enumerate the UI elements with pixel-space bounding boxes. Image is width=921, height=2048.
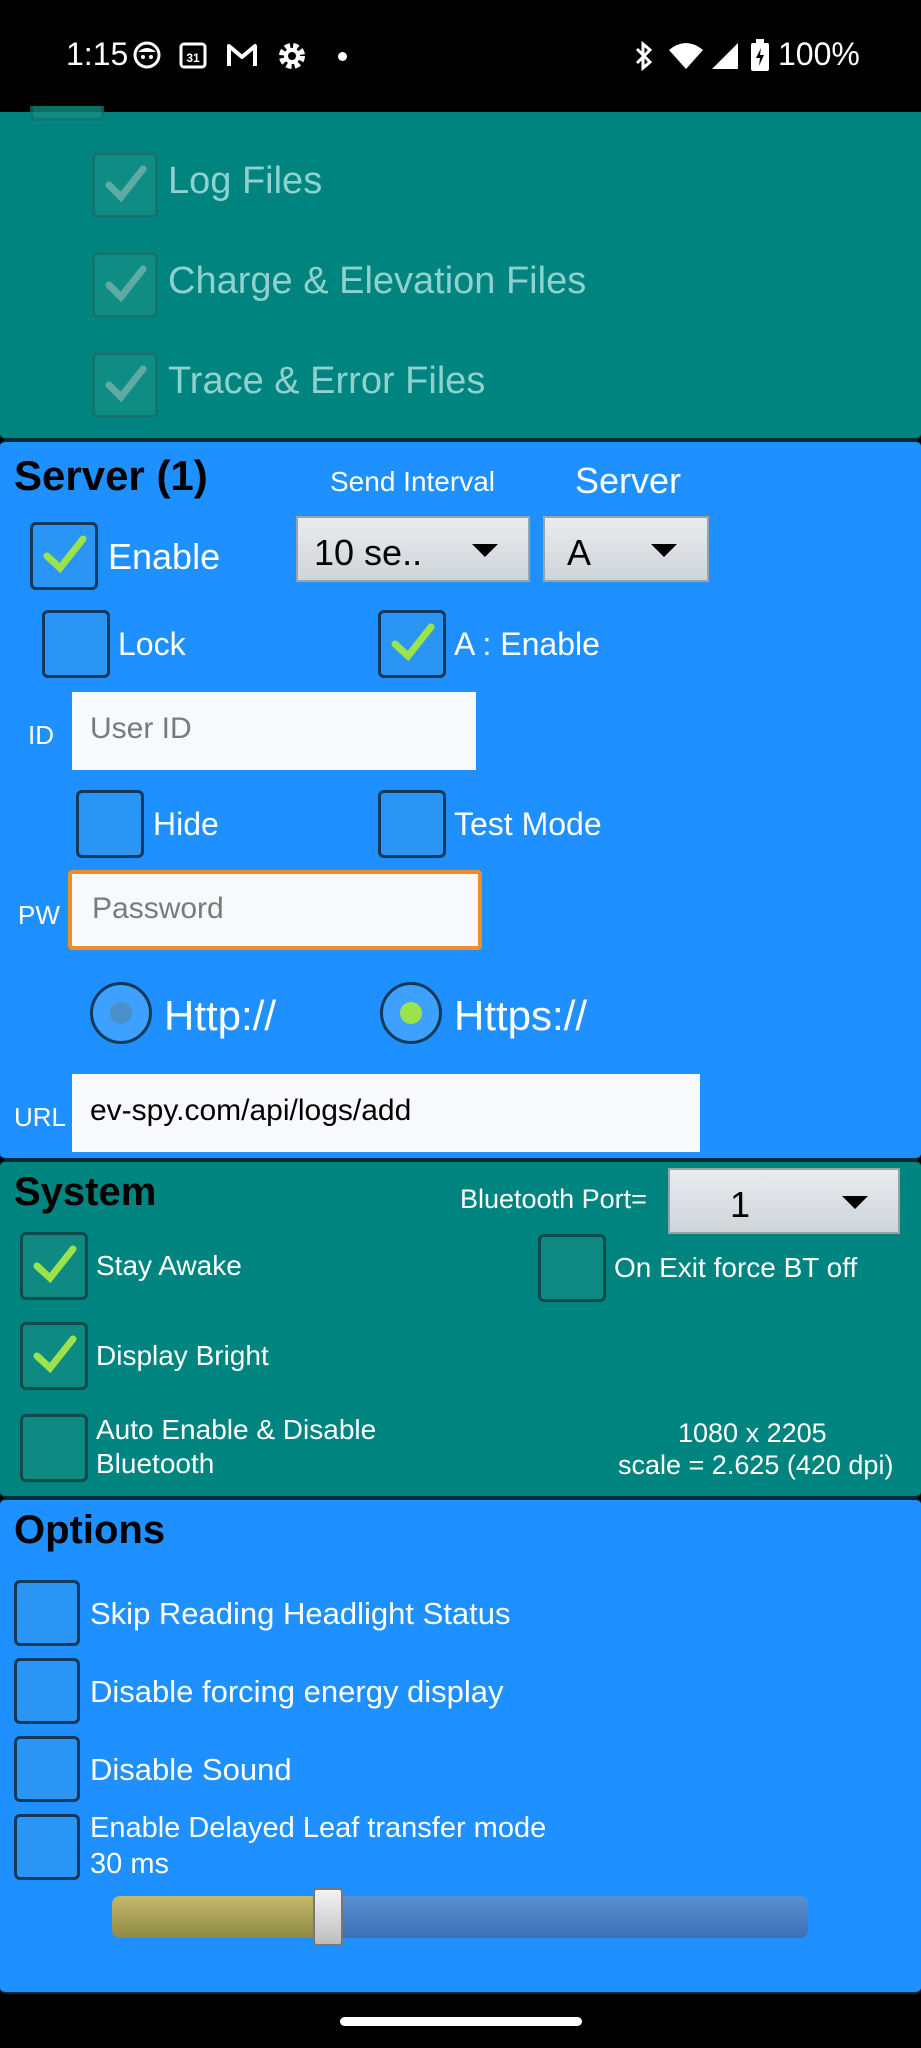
https-label: Https:// xyxy=(454,992,588,1039)
send-interval-dropdown[interactable]: 10 se.. xyxy=(296,516,530,582)
display-bright-checkbox[interactable] xyxy=(20,1322,88,1390)
url-value: ev-spy.com/api/logs/add xyxy=(90,1094,412,1127)
a-enable-checkbox[interactable] xyxy=(378,610,446,678)
chevron-down-icon xyxy=(651,544,677,557)
status-bar: 1:15 31 100% xyxy=(0,0,921,112)
delayed-leaf-checkbox[interactable] xyxy=(14,1814,80,1880)
check-icon xyxy=(105,365,147,403)
server-section: Server (1) Send Interval Server Enable 1… xyxy=(0,440,921,1160)
signal-icon xyxy=(712,43,738,69)
check-icon xyxy=(391,623,435,662)
trace-files-checkbox[interactable] xyxy=(92,352,158,418)
disable-sound-label: Disable Sound xyxy=(90,1752,292,1787)
face-icon xyxy=(133,41,161,69)
charge-files-checkbox[interactable] xyxy=(92,252,158,318)
display-bright-label: Display Bright xyxy=(96,1340,269,1371)
check-icon xyxy=(105,265,147,303)
url-label: URL xyxy=(14,1102,67,1132)
gesture-nav-handle[interactable] xyxy=(340,2017,582,2026)
svg-text:31: 31 xyxy=(186,51,200,65)
radio-dot-selected xyxy=(400,1002,422,1024)
charge-files-label: Charge & Elevation Files xyxy=(168,260,587,302)
send-interval-label: Send Interval xyxy=(330,466,495,497)
chevron-down-icon xyxy=(842,1196,868,1209)
auto-bt-label-line2: Bluetooth xyxy=(96,1448,215,1479)
url-field[interactable]: ev-spy.com/api/logs/add xyxy=(72,1074,700,1152)
check-icon xyxy=(33,1245,77,1284)
disable-sound-checkbox[interactable] xyxy=(14,1736,80,1802)
partial-checkbox[interactable] xyxy=(30,106,104,121)
resolution-text: 1080 x 2205 xyxy=(678,1418,827,1448)
hide-checkbox[interactable] xyxy=(76,790,144,858)
settings-icon xyxy=(279,43,305,69)
stay-awake-checkbox[interactable] xyxy=(20,1232,88,1300)
https-radio[interactable] xyxy=(380,982,442,1044)
scale-text: scale = 2.625 (420 dpi) xyxy=(618,1450,894,1480)
check-icon xyxy=(105,165,147,203)
disable-energy-label: Disable forcing energy display xyxy=(90,1674,504,1709)
skip-headlight-checkbox[interactable] xyxy=(14,1580,80,1646)
calendar-icon: 31 xyxy=(179,42,207,69)
files-section: Log Files Charge & Elevation Files Trace… xyxy=(0,106,921,440)
user-id-field[interactable]: User ID xyxy=(72,692,476,770)
server-label: Server xyxy=(575,460,682,501)
check-icon xyxy=(33,1335,77,1374)
bt-port-label: Bluetooth Port= xyxy=(460,1184,647,1214)
http-label: Http:// xyxy=(164,992,277,1039)
pw-label: PW xyxy=(18,900,60,930)
user-id-placeholder: User ID xyxy=(90,712,192,745)
server-dropdown[interactable]: A xyxy=(543,516,709,582)
system-section: System Bluetooth Port= 1 Stay Awake On E… xyxy=(0,1160,921,1498)
password-field[interactable]: Password xyxy=(68,870,482,950)
options-title: Options xyxy=(14,1508,166,1552)
id-label: ID xyxy=(28,720,54,750)
exit-bt-off-checkbox[interactable] xyxy=(538,1234,606,1302)
system-title: System xyxy=(14,1170,157,1214)
lock-label: Lock xyxy=(118,626,186,662)
delayed-leaf-label: Enable Delayed Leaf transfer mode xyxy=(90,1812,547,1844)
http-radio[interactable] xyxy=(90,982,152,1044)
log-files-checkbox[interactable] xyxy=(92,152,158,218)
disable-energy-checkbox[interactable] xyxy=(14,1658,80,1724)
auto-bt-label-line1: Auto Enable & Disable xyxy=(96,1414,377,1445)
log-files-label: Log Files xyxy=(168,160,323,202)
wifi-icon xyxy=(669,43,703,69)
enable-label: Enable xyxy=(108,536,221,577)
skip-headlight-label: Skip Reading Headlight Status xyxy=(90,1596,511,1631)
chevron-down-icon xyxy=(472,544,498,557)
battery-percent: 100% xyxy=(778,36,860,72)
stay-awake-label: Stay Awake xyxy=(96,1250,242,1281)
lock-checkbox[interactable] xyxy=(42,610,110,678)
hide-label: Hide xyxy=(153,806,219,842)
bt-port-dropdown[interactable]: 1 xyxy=(668,1168,900,1234)
send-interval-value: 10 se.. xyxy=(314,532,423,573)
delay-slider-thumb[interactable] xyxy=(313,1888,343,1946)
dot-icon xyxy=(338,52,347,61)
test-mode-label: Test Mode xyxy=(454,806,602,842)
status-time: 1:15 xyxy=(66,36,129,72)
check-icon xyxy=(43,535,87,574)
bluetooth-icon xyxy=(635,40,653,72)
server-value: A xyxy=(567,532,592,573)
slider-track-filled[interactable] xyxy=(112,1896,328,1938)
bt-port-value: 1 xyxy=(730,1184,751,1225)
test-mode-checkbox[interactable] xyxy=(378,790,446,858)
delay-value: 30 ms xyxy=(90,1848,169,1880)
a-enable-label: A : Enable xyxy=(454,626,600,662)
password-placeholder: Password xyxy=(92,892,224,925)
exit-bt-off-label: On Exit force BT off xyxy=(614,1252,858,1283)
slider-track-empty[interactable] xyxy=(328,1896,808,1938)
server-enable-checkbox[interactable] xyxy=(30,522,98,590)
auto-bt-checkbox[interactable] xyxy=(20,1414,88,1482)
radio-dot xyxy=(110,1002,132,1024)
server-title: Server (1) xyxy=(14,452,208,499)
battery-icon xyxy=(751,39,769,71)
trace-files-label: Trace & Error Files xyxy=(168,360,486,402)
gmail-icon xyxy=(227,44,257,66)
